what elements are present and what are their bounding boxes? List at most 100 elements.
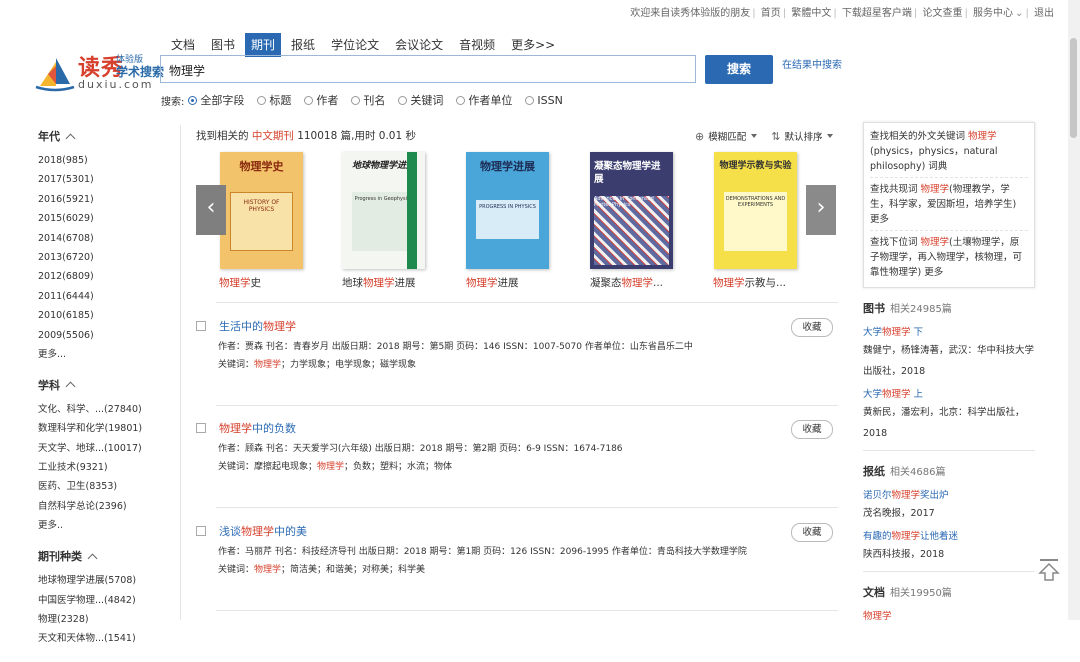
facet-item[interactable]: 工业技术(9321) (38, 458, 173, 477)
newspaper-link[interactable]: 诺贝尔物理学奖出炉 (863, 487, 1035, 501)
field-option-label: 作者 (316, 94, 339, 107)
journal-cover[interactable]: 物理学史 HISTORY OF PHYSICS (220, 152, 303, 269)
service-center-link[interactable]: 服务中心 (973, 8, 1013, 19)
scrollbar-thumb[interactable] (1070, 38, 1077, 138)
tab-journals[interactable]: 期刊 (245, 33, 282, 57)
book-link[interactable]: 大学物理学 下 (863, 324, 1035, 338)
cover-subtitle-box: Advances in Condensed Matter Physics (594, 196, 669, 265)
cover-subtitle-box: Progress in Geophysics (352, 192, 415, 251)
tab-more[interactable]: 更多>> (505, 33, 561, 57)
match-mode-dropdown[interactable]: ⊕ 模糊匹配 (695, 129, 758, 143)
facet-item[interactable]: 2018(985) (38, 151, 173, 170)
facet-item[interactable]: 中国医学物理...(4842) (38, 591, 173, 610)
field-option-journal[interactable]: 刊名 (351, 92, 385, 108)
facet-item[interactable]: 2013(6720) (38, 248, 173, 267)
facet-title-subject[interactable]: 学科 (38, 377, 173, 393)
newspaper-desc: 陕西科技报，2018 (863, 549, 945, 560)
download-client-link[interactable]: 下载超星客户端 (842, 8, 912, 19)
field-option-label: 作者单位 (468, 94, 513, 107)
collect-button[interactable]: 收藏 (791, 318, 833, 337)
traditional-chinese-link[interactable]: 繁體中文 (791, 8, 831, 19)
radio-icon (525, 95, 535, 105)
search-in-results-link[interactable]: 在结果中搜索 (782, 56, 842, 71)
journal-caption[interactable]: 物理学示教与... (713, 275, 786, 290)
plagiarism-check-link[interactable]: 论文查重 (922, 8, 962, 19)
journal-cover[interactable]: 地球物理学进展 Progress in Geophysics (342, 152, 425, 269)
facet-item[interactable]: 2010(6185) (38, 306, 173, 325)
documents-section-title[interactable]: 文档 相关19950篇 (863, 584, 1035, 600)
page-scrollbar[interactable] (1068, 0, 1080, 620)
sort-order-dropdown[interactable]: ⇅ 默认排序 (771, 129, 834, 143)
field-option-issn[interactable]: ISSN (525, 94, 563, 107)
section-label: 报纸 (863, 465, 885, 478)
journal-cover[interactable]: 物理学示教与实验 DEMONSTRATIONS AND EXPERIMENTS (714, 152, 797, 269)
result-title-link[interactable]: 浅谈物理学中的美 (219, 523, 307, 539)
tab-conference-papers[interactable]: 会议论文 (389, 33, 449, 57)
select-checkbox[interactable] (196, 321, 206, 331)
search-button[interactable]: 搜索 (705, 55, 773, 84)
search-input[interactable]: 物理学 (160, 55, 696, 83)
cover-subtitle-box: PROGRESS IN PHYSICS (476, 200, 539, 239)
book-link[interactable]: 大学物理学 上 (863, 386, 1035, 400)
result-meta: 作者：顾森 刊名：天天爱学习(六年级) 出版日期：2018 期号：第2期 页码：… (218, 444, 623, 454)
newspapers-section-title[interactable]: 报纸 相关4686篇 (863, 463, 1035, 479)
tab-books[interactable]: 图书 (205, 33, 241, 57)
field-option-author[interactable]: 作者 (304, 92, 338, 108)
tab-newspapers[interactable]: 报纸 (285, 33, 321, 57)
facet-more-link[interactable]: 更多... (38, 345, 173, 364)
facet-item[interactable]: 2011(6444) (38, 287, 173, 306)
facet-item[interactable]: 2015(6029) (38, 209, 173, 228)
foreign-keyword-hint[interactable]: 查找相关的外文关键词 物理学 (physics，physics，natural p… (870, 129, 1028, 178)
field-option-all[interactable]: 全部字段 (188, 92, 244, 108)
facet-title-journal-type[interactable]: 期刊种类 (38, 548, 173, 564)
facet-group-year: 年代 2018(985) 2017(5301) 2016(5921) 2015(… (38, 128, 173, 364)
facet-title-label: 年代 (38, 130, 60, 143)
select-checkbox[interactable] (196, 423, 206, 433)
facet-item[interactable]: 天文学、地球...(10017) (38, 439, 173, 458)
carousel-next-button[interactable]: › (806, 185, 836, 235)
facet-item[interactable]: 2014(6708) (38, 229, 173, 248)
field-option-keyword[interactable]: 关键词 (398, 92, 443, 108)
facet-item[interactable]: 2016(5921) (38, 190, 173, 209)
facet-item[interactable]: 天文和天体物...(1541) (38, 629, 173, 648)
collect-button[interactable]: 收藏 (791, 523, 833, 542)
cooccurrence-hint[interactable]: 查找共现词 物理学(物理教学，学生，科学家，爱因斯坦，培养学生) 更多 (870, 182, 1028, 231)
facet-item[interactable]: 2012(6809) (38, 267, 173, 286)
subordinate-term-hint[interactable]: 查找下位词 物理学(土壤物理学，原子物理学，再入物理学，核物理，可靠性物理学) … (870, 235, 1028, 283)
carousel-prev-button[interactable]: ‹ (196, 185, 226, 235)
facet-item[interactable]: 文化、科学、...(27840) (38, 400, 173, 419)
facet-more-link[interactable]: 更多.. (38, 516, 173, 535)
result-title-link[interactable]: 物理学中的负数 (219, 420, 296, 436)
journal-caption[interactable]: 地球物理学进展 (342, 275, 416, 290)
home-link[interactable]: 首页 (761, 8, 781, 19)
facet-item[interactable]: 医药、卫生(8353) (38, 477, 173, 496)
facet-item[interactable]: 自然科学总论(2396) (38, 497, 173, 516)
back-to-top-icon[interactable] (1038, 558, 1060, 582)
journal-caption[interactable]: 凝聚态物理学... (590, 275, 663, 290)
newspaper-link[interactable]: 有趣的物理学让他着迷 (863, 528, 1035, 542)
facet-title-year[interactable]: 年代 (38, 128, 173, 144)
result-title-link[interactable]: 生活中的物理学 (219, 318, 296, 334)
facet-item[interactable]: 2017(5301) (38, 170, 173, 189)
journal-caption[interactable]: 物理学史 (219, 275, 261, 290)
field-option-affiliation[interactable]: 作者单位 (456, 92, 512, 108)
tab-documents[interactable]: 文档 (165, 33, 201, 57)
cover-title: 物理学进展 (480, 160, 535, 173)
field-option-title[interactable]: 标题 (257, 92, 291, 108)
duxiu-logo[interactable]: 读秀 体验版 学术搜索 duxiu.com (34, 52, 164, 96)
logout-link[interactable]: 退出 (1034, 8, 1054, 19)
tab-theses[interactable]: 学位论文 (325, 33, 385, 57)
collect-button[interactable]: 收藏 (791, 420, 833, 439)
select-checkbox[interactable] (196, 526, 206, 536)
journal-cover[interactable]: 物理学进展 PROGRESS IN PHYSICS (466, 152, 549, 269)
facet-item[interactable]: 数理科学和化学(19801) (38, 419, 173, 438)
link-part: 让他着迷 (920, 531, 959, 542)
books-section-title[interactable]: 图书 相关24985篇 (863, 300, 1035, 316)
facet-item[interactable]: 地球物理学进展(5708) (38, 571, 173, 590)
tab-audio-video[interactable]: 音视频 (453, 33, 501, 57)
link-highlight: 物理学 (891, 531, 921, 542)
hint-prefix: 查找相关的外文关键词 (870, 131, 969, 142)
journal-cover[interactable]: 凝聚态物理学进展 Advances in Condensed Matter Ph… (590, 152, 673, 269)
journal-caption[interactable]: 物理学进展 (466, 275, 519, 290)
facet-item[interactable]: 2009(5506) (38, 326, 173, 345)
